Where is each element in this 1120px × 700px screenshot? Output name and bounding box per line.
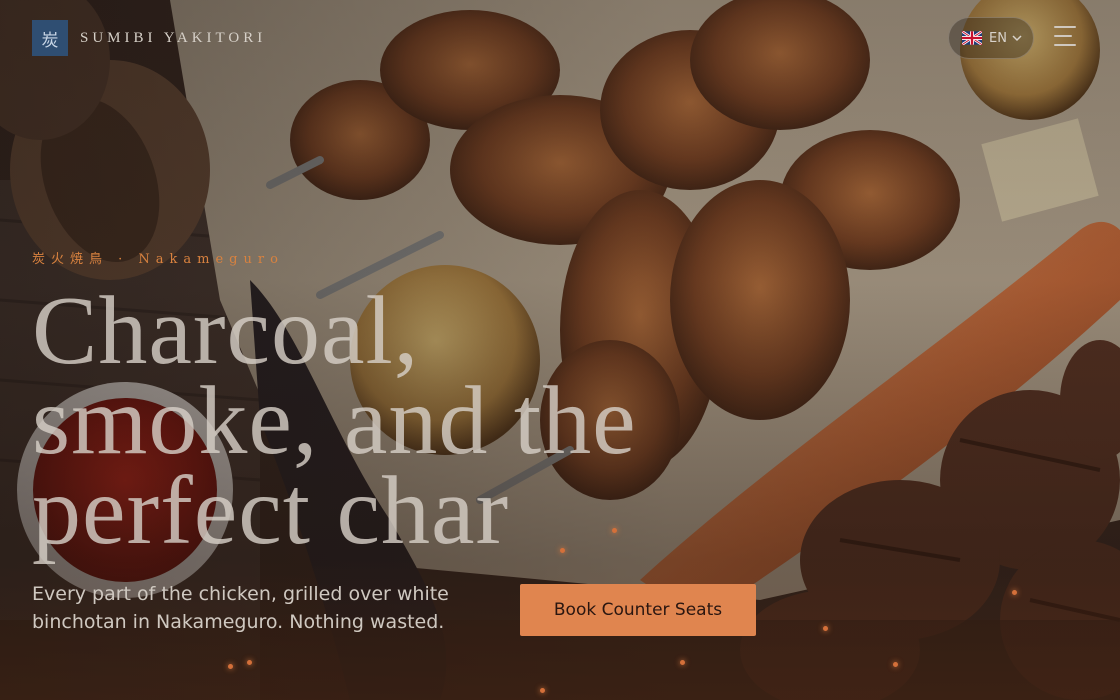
ember-particle — [1012, 590, 1017, 595]
ember-particle — [228, 664, 233, 669]
ember-particle — [823, 626, 828, 631]
hero-kicker: 炭火焼鳥 · Nakameguro — [32, 252, 284, 267]
ember-particle — [893, 662, 898, 667]
headline-line: perfect char — [32, 457, 510, 565]
brand-logo-link[interactable]: 炭 SUMIBI YAKITORI — [32, 20, 266, 56]
hamburger-menu-icon[interactable] — [1054, 26, 1078, 50]
hero-subtext: Every part of the chicken, grilled over … — [32, 583, 449, 633]
book-counter-seats-button[interactable]: Book Counter Seats — [520, 584, 756, 636]
brand-mark: 炭 — [32, 20, 68, 56]
language-selector[interactable]: EN — [948, 17, 1034, 59]
ember-particle — [540, 688, 545, 693]
hero-headline: Charcoal, smoke, and the perfect char — [32, 282, 792, 560]
ember-particle — [680, 660, 685, 665]
language-code: EN — [989, 30, 1007, 46]
uk-flag-icon — [962, 31, 982, 45]
ember-particle — [247, 660, 252, 665]
chevron-down-icon — [1012, 35, 1022, 42]
brand-name: SUMIBI YAKITORI — [80, 29, 267, 46]
